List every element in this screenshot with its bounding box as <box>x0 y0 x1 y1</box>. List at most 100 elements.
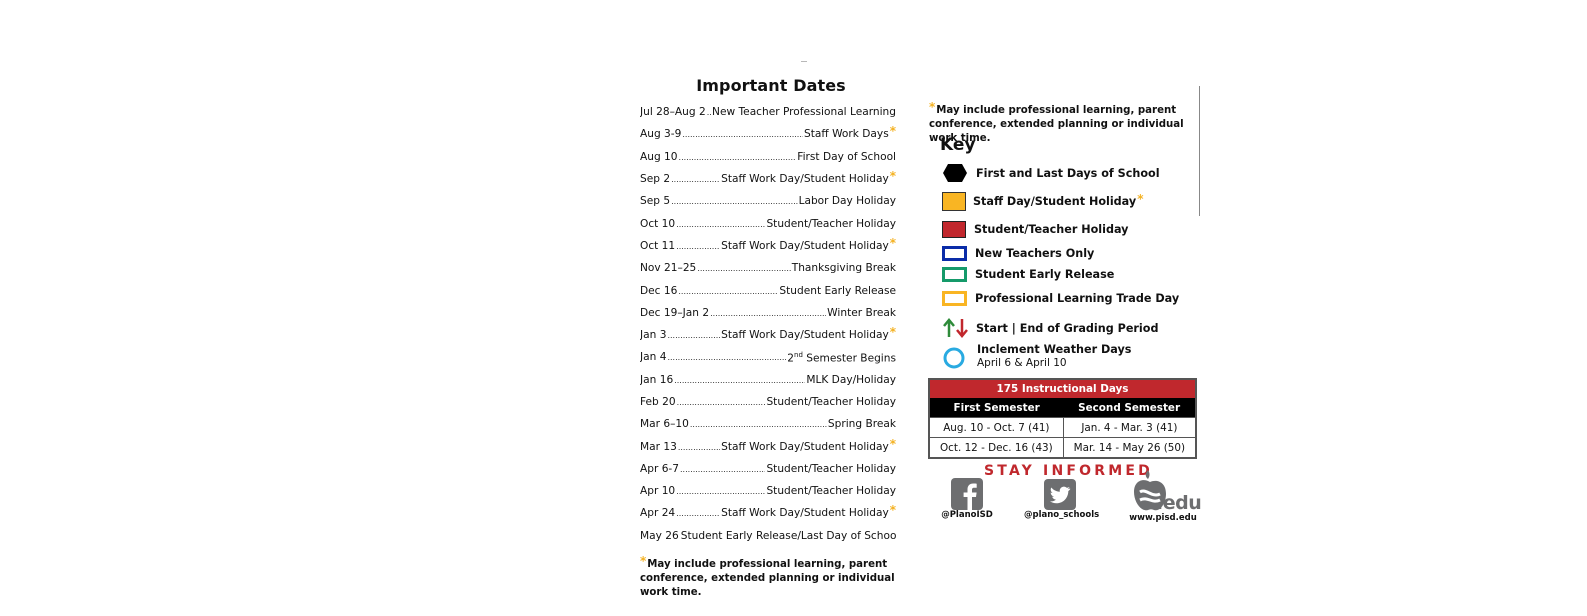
date-row: Feb 20 Student/Teacher Holiday <box>640 391 896 413</box>
asterisk-icon: * <box>889 436 896 451</box>
pisd-logo: .edu <box>1128 468 1202 514</box>
twitter-icon <box>1044 479 1076 510</box>
key-item-trade-day: Professional Learning Trade Day <box>942 291 1179 306</box>
instructional-days-table: 175 Instructional Days First Semester Se… <box>928 378 1197 459</box>
key-title: Key <box>940 135 976 155</box>
dot-leader <box>682 128 803 140</box>
dot-leader <box>697 262 790 274</box>
date-label: Sep 5 <box>640 195 671 208</box>
date-label: May 26 <box>640 529 679 542</box>
date-row: Jan 16 MLK Day/Holiday <box>640 369 896 391</box>
filled-square-icon <box>942 221 966 238</box>
date-row: Apr 24 Staff Work Day/Student Holiday* <box>640 502 896 524</box>
dot-leader <box>678 441 720 453</box>
date-row: Jan 4 2nd Semester Begins <box>640 346 896 368</box>
dot-leader <box>676 485 765 497</box>
dot-leader <box>671 195 797 207</box>
date-label: Jan 3 <box>640 329 667 342</box>
event-label: Staff Work Day/Student Holiday <box>721 440 889 453</box>
dot-leader <box>671 173 720 185</box>
key-label-group: Inclement Weather Days April 6 & April 1… <box>977 343 1131 369</box>
dot-leader <box>680 463 765 475</box>
table-title: 175 Instructional Days <box>929 379 1196 398</box>
important-dates-list: Jul 28–Aug 2 New Teacher Professional Lea… <box>640 101 896 547</box>
date-row: Apr 6-7 Student/Teacher Holiday <box>640 458 896 480</box>
date-label: Jan 16 <box>640 373 674 386</box>
event-label: Staff Work Day/Student Holiday <box>721 507 889 520</box>
date-row: Jul 28–Aug 2 New Teacher Professional Lea… <box>640 101 896 123</box>
key-label: Professional Learning Trade Day <box>975 292 1180 305</box>
dot-leader <box>676 507 720 519</box>
key-label: Student Early Release <box>975 268 1115 281</box>
table-cell: Mar. 14 - May 26 (50) <box>1063 437 1196 458</box>
event-label: Thanksgiving Break <box>791 262 896 275</box>
event-label: Staff Work Day/Student Holiday <box>721 173 889 186</box>
facebook-icon <box>951 478 983 510</box>
date-label: Jul 28–Aug 2 <box>640 106 706 119</box>
website-link[interactable]: .edu www.pisd.edu <box>1128 468 1202 523</box>
event-label: Staff Work Day/Student Holiday <box>721 239 889 252</box>
key-item-student-teacher-holiday: Student/Teacher Holiday <box>942 221 1128 238</box>
outline-square-icon <box>942 291 967 306</box>
date-label: Jan 4 <box>640 351 667 364</box>
date-label: Oct 10 <box>640 217 676 230</box>
date-row: May 26 Student Early Release/Last Day of … <box>640 525 896 547</box>
outline-square-icon <box>942 267 967 282</box>
key-label: Inclement Weather Days <box>977 343 1132 356</box>
page-mark <box>801 61 807 62</box>
key-label: Student/Teacher Holiday <box>974 223 1129 236</box>
column-header: Second Semester <box>1063 398 1196 418</box>
date-row: Nov 21–25 Thanksgiving Break <box>640 257 896 279</box>
event-label: First Day of School <box>797 150 896 163</box>
event-label: MLK Day/Holiday <box>806 373 896 386</box>
asterisk-icon: * <box>929 100 936 114</box>
dot-leader <box>674 374 805 386</box>
important-dates-title: Important Dates <box>696 76 846 95</box>
website-url: www.pisd.edu <box>1129 513 1197 523</box>
date-label: Sep 2 <box>640 173 671 186</box>
date-label: Feb 20 <box>640 396 676 408</box>
footnote-text: May include professional learning, paren… <box>640 559 895 598</box>
key-item-inclement-weather: Inclement Weather Days April 6 & April 1… <box>942 343 1131 370</box>
event-label: Winter Break <box>827 306 896 319</box>
edu-logo-text: .edu <box>1156 492 1202 514</box>
key-item-grading-period: Start | End of Grading Period <box>942 318 1158 338</box>
date-row: Mar 13 Staff Work Day/Student Holiday* <box>640 435 896 457</box>
circle-icon <box>943 347 965 369</box>
dot-leader <box>690 418 827 430</box>
date-label: Aug 10 <box>640 150 678 163</box>
event-label: Labor Day Holiday <box>798 195 896 208</box>
table-cell: Jan. 4 - Mar. 3 (41) <box>1063 417 1196 438</box>
key-item-first-last-days: First and Last Days of School <box>942 163 1160 183</box>
dot-leader <box>678 285 778 297</box>
footnote-bottom: *May include professional learning, pare… <box>640 554 910 600</box>
date-row: Sep 5 Labor Day Holiday <box>640 190 896 212</box>
dot-leader <box>676 218 765 230</box>
key-item-new-teachers: New Teachers Only <box>942 246 1094 261</box>
twitter-handle: @plano_schools <box>1024 510 1100 520</box>
key-sublabel: April 6 & April 10 <box>977 357 1067 369</box>
dot-leader <box>679 151 797 163</box>
dot-leader <box>710 307 826 319</box>
dot-leader <box>667 351 786 363</box>
event-label: Student Early Release/Last Day of School <box>680 529 896 542</box>
date-row: Oct 10 Student/Teacher Holiday <box>640 212 896 234</box>
event-label: Student/Teacher Holiday <box>766 485 896 498</box>
date-label: Oct 11 <box>640 239 676 252</box>
asterisk-icon: * <box>640 554 647 568</box>
date-row: Apr 10 Student/Teacher Holiday <box>640 480 896 502</box>
facebook-handle: @PlanoISD <box>941 510 993 520</box>
twitter-link[interactable]: @plano_schools <box>1024 479 1100 520</box>
date-label: Aug 3-9 <box>640 128 682 141</box>
date-row: Sep 2 Staff Work Day/Student Holiday* <box>640 168 896 190</box>
filled-square-icon <box>942 192 966 211</box>
date-label: Apr 10 <box>640 485 676 498</box>
facebook-link[interactable]: @PlanoISD <box>940 478 994 520</box>
dot-leader <box>707 106 711 118</box>
date-label: Dec 19–Jan 2 <box>640 306 710 319</box>
asterisk-icon: * <box>889 503 896 518</box>
date-label: Mar 13 <box>640 440 677 453</box>
outline-square-icon <box>942 246 967 261</box>
table-row: Aug. 10 - Oct. 7 (41) Jan. 4 - Mar. 3 (4… <box>929 417 1196 438</box>
asterisk-icon: * <box>889 235 896 250</box>
